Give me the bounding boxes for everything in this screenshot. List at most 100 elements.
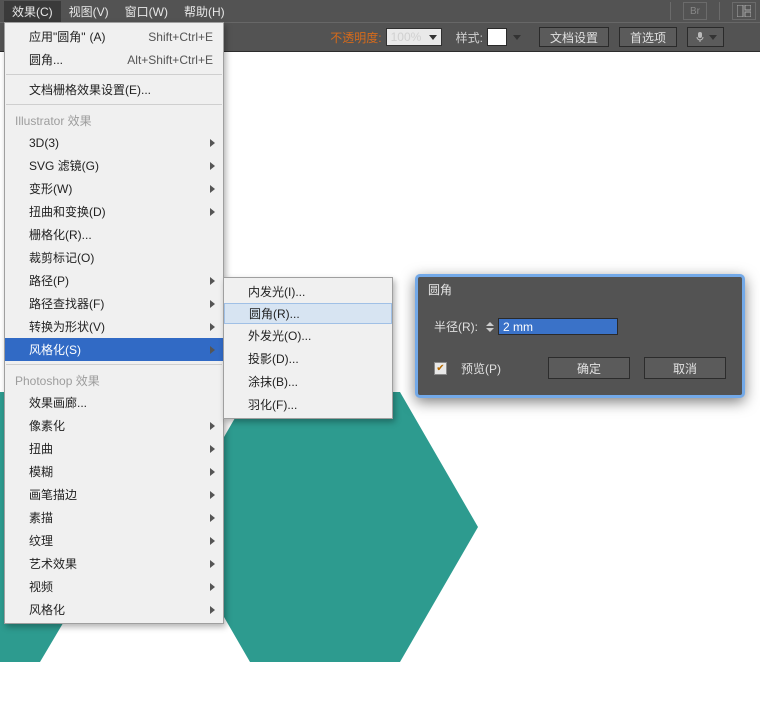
menu-item-label: 效果画廊...: [29, 394, 87, 411]
menu-item-label: 纹理: [29, 532, 53, 549]
menu-item[interactable]: 转换为形状(V): [5, 315, 223, 338]
stepper-up-icon[interactable]: [486, 322, 494, 326]
menu-item-label: 转换为形状(V): [29, 318, 105, 335]
menu-item[interactable]: 素描: [5, 506, 223, 529]
radius-input[interactable]: 2 mm: [498, 318, 618, 335]
menu-item-label: 视频: [29, 578, 53, 595]
ok-button[interactable]: 确定: [548, 357, 630, 379]
menu-item-label: SVG 滤镜(G): [29, 157, 99, 174]
menu-item[interactable]: 变形(W): [5, 177, 223, 200]
cancel-button[interactable]: 取消: [644, 357, 726, 379]
menu-item-label: 画笔描边: [29, 486, 77, 503]
menu-item-label: 素描: [29, 509, 53, 526]
menu-round-corners[interactable]: 圆角... Alt+Shift+Ctrl+E: [5, 48, 223, 71]
radius-label: 半径(R):: [434, 318, 478, 335]
stylize-submenu: 内发光(I)... 圆角(R)... 外发光(O)... 投影(D)... 涂抹(B).…: [223, 277, 393, 419]
menu-item-label: 模糊: [29, 463, 53, 480]
menu-effects[interactable]: 效果(C): [4, 1, 61, 22]
separator: [6, 104, 222, 105]
menu-item[interactable]: 艺术效果: [5, 552, 223, 575]
menu-item-label: 应用"圆角": [29, 28, 86, 45]
menu-item[interactable]: 裁剪标记(O): [5, 246, 223, 269]
menu-item-label: 3D(3): [29, 136, 59, 150]
chevron-down-icon[interactable]: [513, 35, 521, 40]
separator: [6, 364, 222, 365]
menu-item-label: 扭曲: [29, 440, 53, 457]
menu-item-label: 外发光(O)...: [248, 327, 311, 344]
separator: [6, 74, 222, 75]
style-swatch[interactable]: [487, 28, 507, 46]
menu-doc-raster-settings[interactable]: 文档栅格效果设置(E)...: [5, 78, 223, 101]
menu-apply-last[interactable]: 应用"圆角" (A) Shift+Ctrl+E: [5, 25, 223, 48]
radius-value: 2 mm: [503, 320, 533, 334]
menu-item[interactable]: 模糊: [5, 460, 223, 483]
section-illustrator-effects: Illustrator 效果: [5, 108, 223, 131]
menu-item[interactable]: 纹理: [5, 529, 223, 552]
menu-item[interactable]: 扭曲: [5, 437, 223, 460]
bridge-icon[interactable]: Br: [683, 2, 707, 20]
preview-label: 预览(P): [461, 360, 501, 377]
menu-item[interactable]: 效果画廊...: [5, 391, 223, 414]
shortcut-label: Shift+Ctrl+E: [148, 30, 213, 44]
menu-item-label: 像素化: [29, 417, 65, 434]
menu-item-label: 内发光(I)...: [248, 283, 305, 300]
arrange-docs-icon[interactable]: [732, 2, 756, 20]
menu-item-label: 风格化(S): [29, 341, 81, 358]
submenu-item[interactable]: 外发光(O)...: [224, 324, 392, 347]
submenu-item[interactable]: 涂抹(B)...: [224, 370, 392, 393]
menu-item-label: 变形(W): [29, 180, 72, 197]
menu-item-label: 文档栅格效果设置(E)...: [29, 81, 151, 98]
menu-item[interactable]: 画笔描边: [5, 483, 223, 506]
menu-item-label: 艺术效果: [29, 555, 77, 572]
menu-item-label: 栅格化(R)...: [29, 226, 92, 243]
radius-stepper[interactable]: [486, 322, 494, 332]
menu-item[interactable]: SVG 滤镜(G): [5, 154, 223, 177]
menu-item-label: 扭曲和变换(D): [29, 203, 106, 220]
voice-icon[interactable]: [687, 27, 724, 47]
preferences-button[interactable]: 首选项: [619, 27, 677, 47]
menu-item[interactable]: 风格化: [5, 598, 223, 621]
menu-view[interactable]: 视图(V): [61, 1, 117, 22]
menu-item-label: 羽化(F)...: [248, 396, 297, 413]
menu-item-label: 裁剪标记(O): [29, 249, 94, 266]
menu-item-label: 涂抹(B)...: [248, 373, 298, 390]
chevron-down-icon[interactable]: [429, 35, 437, 40]
opacity-value: 100%: [391, 30, 422, 44]
menu-item[interactable]: 视频: [5, 575, 223, 598]
menu-item-label: 圆角...: [29, 51, 63, 68]
submenu-item[interactable]: 圆角(R)...: [224, 303, 392, 324]
menu-bar: 效果(C) 视图(V) 窗口(W) 帮助(H) Br: [0, 0, 760, 22]
menu-item-label: 路径查找器(F): [29, 295, 104, 312]
section-photoshop-effects: Photoshop 效果: [5, 368, 223, 391]
effects-menu: 应用"圆角" (A) Shift+Ctrl+E 圆角... Alt+Shift+…: [4, 22, 224, 624]
menu-window[interactable]: 窗口(W): [117, 1, 176, 22]
opacity-label: 不透明度:: [330, 29, 381, 46]
menu-item-hint: (A): [90, 30, 106, 44]
submenu-item[interactable]: 羽化(F)...: [224, 393, 392, 416]
submenu-item[interactable]: 内发光(I)...: [224, 280, 392, 303]
shortcut-label: Alt+Shift+Ctrl+E: [127, 53, 213, 67]
menu-item[interactable]: 路径(P): [5, 269, 223, 292]
preview-checkbox[interactable]: ✔: [434, 362, 447, 375]
document-setup-button[interactable]: 文档设置: [539, 27, 609, 47]
menu-item-label: 风格化: [29, 601, 65, 618]
menu-item[interactable]: 像素化: [5, 414, 223, 437]
style-label: 样式:: [456, 29, 483, 46]
menu-item-label: 路径(P): [29, 272, 69, 289]
menu-item[interactable]: 栅格化(R)...: [5, 223, 223, 246]
submenu-item[interactable]: 投影(D)...: [224, 347, 392, 370]
menu-item[interactable]: 路径查找器(F): [5, 292, 223, 315]
menu-help[interactable]: 帮助(H): [176, 1, 233, 22]
round-corners-dialog: 圆角 半径(R): 2 mm ✔ 预览(P) 确定 取消: [415, 274, 745, 398]
divider: [670, 2, 671, 20]
menu-item-label: 投影(D)...: [248, 350, 299, 367]
menu-item-label: 圆角(R)...: [249, 305, 300, 322]
menu-item[interactable]: 扭曲和变换(D): [5, 200, 223, 223]
stepper-down-icon[interactable]: [486, 328, 494, 332]
divider: [719, 2, 720, 20]
menu-item[interactable]: 风格化(S): [5, 338, 223, 361]
dialog-title: 圆角: [418, 277, 742, 304]
opacity-input[interactable]: 100%: [386, 28, 442, 46]
menu-item[interactable]: 3D(3): [5, 131, 223, 154]
chevron-down-icon: [709, 35, 717, 40]
